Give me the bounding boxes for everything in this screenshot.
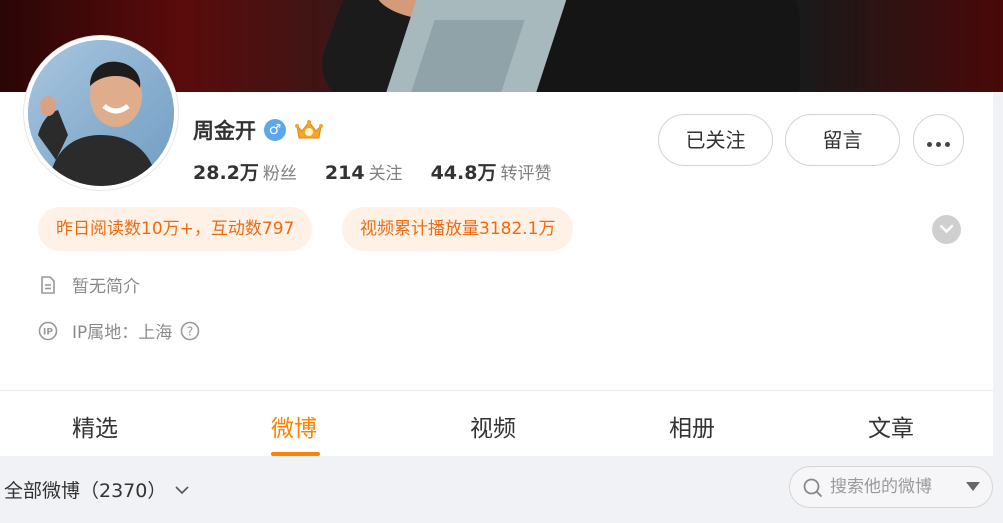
tab-featured[interactable]: 精选 xyxy=(72,409,118,443)
svg-text:IP: IP xyxy=(43,327,53,337)
engagement-label: 转评赞 xyxy=(500,164,552,184)
intro-text: 暂无简介 xyxy=(72,277,140,297)
reading-stats-badge: 昨日阅读数10万+，互动数797 xyxy=(38,207,313,251)
male-gender-icon: ♂ xyxy=(264,119,286,141)
tab-articles[interactable]: 文章 xyxy=(868,409,914,443)
profile-stats: 28.2万 粉丝 214 关注 44.8万 转评赞 xyxy=(193,158,579,185)
search-icon xyxy=(803,478,822,497)
following-count[interactable]: 214 xyxy=(325,162,365,184)
help-icon[interactable]: ? xyxy=(180,321,200,341)
search-options-dropdown-icon[interactable] xyxy=(966,482,980,491)
feed-filter-label: 全部微博（2370） xyxy=(4,480,167,502)
following-label[interactable]: 关注 xyxy=(369,159,403,184)
avatar[interactable] xyxy=(24,36,178,190)
expand-info-button[interactable] xyxy=(932,215,961,244)
ip-icon: IP xyxy=(38,321,58,341)
video-plays-badge: 视频累计播放量3182.1万 xyxy=(342,207,574,251)
chevron-down-icon xyxy=(175,485,189,494)
chevron-down-icon xyxy=(939,224,954,234)
feed-search-input[interactable] xyxy=(830,475,960,499)
tab-videos[interactable]: 视频 xyxy=(470,409,516,443)
ip-location-row: IP IP属地：上海 ? xyxy=(38,318,200,343)
followers-label[interactable]: 粉丝 xyxy=(263,159,297,184)
vip-crown-icon[interactable] xyxy=(294,118,324,142)
profile-tabs: 精选 微博 视频 相册 文章 xyxy=(0,391,993,456)
svg-text:?: ? xyxy=(187,324,193,338)
engagement-count: 44.8万 xyxy=(430,162,497,184)
followers-count[interactable]: 28.2万 xyxy=(193,158,259,185)
more-button[interactable] xyxy=(913,114,964,166)
page-gutter xyxy=(993,92,1003,456)
message-button[interactable]: 留言 xyxy=(785,114,900,166)
intro-row: 暂无简介 xyxy=(38,272,140,297)
more-dots-icon xyxy=(927,120,950,170)
document-icon xyxy=(38,275,58,295)
feed-search-box[interactable] xyxy=(789,466,993,508)
feed-filter-dropdown[interactable]: 全部微博（2370） xyxy=(4,476,190,503)
avatar-image xyxy=(28,40,174,186)
profile-name: 周金开 xyxy=(193,119,256,143)
following-button[interactable]: 已关注 xyxy=(658,114,773,166)
ip-location-text: IP属地：上海 xyxy=(72,323,173,343)
tab-weibo[interactable]: 微博 xyxy=(271,409,317,443)
tab-albums[interactable]: 相册 xyxy=(669,409,715,443)
